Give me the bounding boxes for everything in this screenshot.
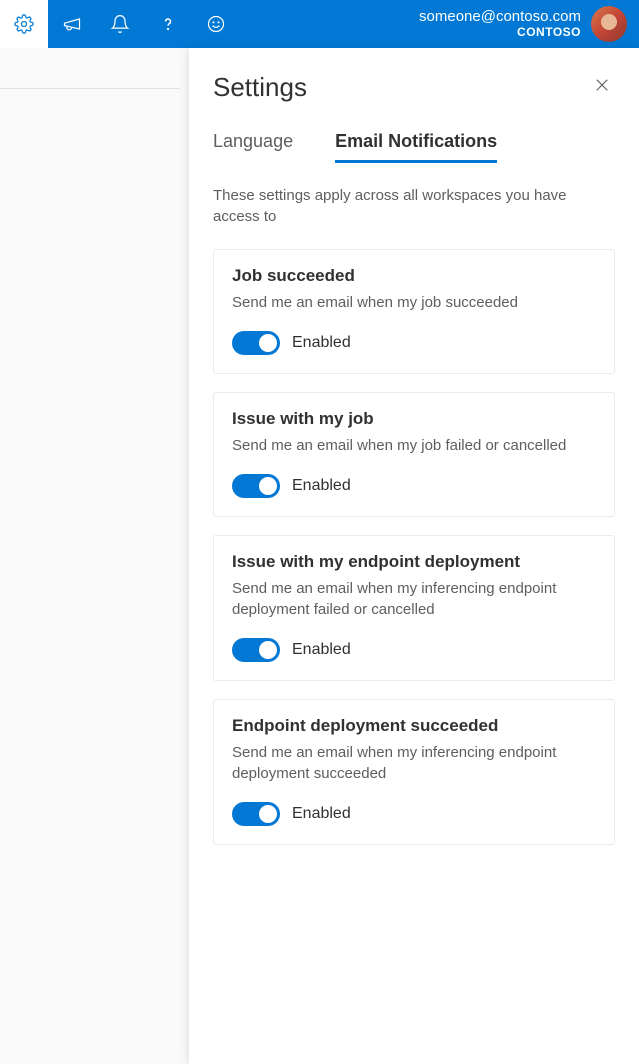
user-org: CONTOSO bbox=[419, 26, 581, 39]
card-title: Endpoint deployment succeeded bbox=[232, 716, 596, 736]
card-desc: Send me an email when my inferencing end… bbox=[232, 742, 596, 784]
topbar-right: someone@contoso.com CONTOSO bbox=[419, 6, 639, 42]
topbar-left bbox=[0, 0, 240, 48]
feedback-button[interactable] bbox=[48, 0, 96, 48]
help-button[interactable] bbox=[144, 0, 192, 48]
question-icon bbox=[158, 14, 178, 34]
toggle-knob bbox=[259, 641, 277, 659]
settings-panel: Settings Language Email Notifications Th… bbox=[189, 48, 639, 1064]
toggle-row: Enabled bbox=[232, 474, 596, 498]
toggle-endpoint-succeeded[interactable] bbox=[232, 802, 280, 826]
card-desc: Send me an email when my job failed or c… bbox=[232, 435, 596, 456]
avatar[interactable] bbox=[591, 6, 627, 42]
card-desc: Send me an email when my job succeeded bbox=[232, 292, 596, 313]
tab-email-notifications[interactable]: Email Notifications bbox=[335, 131, 497, 163]
user-email: someone@contoso.com bbox=[419, 9, 581, 26]
toggle-row: Enabled bbox=[232, 331, 596, 355]
card-job-issue: Issue with my job Send me an email when … bbox=[213, 392, 615, 517]
toggle-job-succeeded[interactable] bbox=[232, 331, 280, 355]
page-divider bbox=[0, 88, 180, 89]
card-desc: Send me an email when my inferencing end… bbox=[232, 578, 596, 620]
toggle-label: Enabled bbox=[292, 805, 351, 823]
toggle-row: Enabled bbox=[232, 638, 596, 662]
emoji-button[interactable] bbox=[192, 0, 240, 48]
tab-language[interactable]: Language bbox=[213, 131, 293, 163]
topbar: someone@contoso.com CONTOSO bbox=[0, 0, 639, 48]
panel-header: Settings bbox=[213, 72, 615, 103]
toggle-row: Enabled bbox=[232, 802, 596, 826]
megaphone-icon bbox=[62, 14, 82, 34]
user-block[interactable]: someone@contoso.com CONTOSO bbox=[419, 9, 581, 39]
toggle-label: Enabled bbox=[292, 641, 351, 659]
card-title: Issue with my job bbox=[232, 409, 596, 429]
tabs: Language Email Notifications bbox=[213, 131, 615, 163]
settings-gear-button[interactable] bbox=[0, 0, 48, 48]
bell-icon bbox=[110, 14, 130, 34]
toggle-endpoint-issue[interactable] bbox=[232, 638, 280, 662]
card-title: Issue with my endpoint deployment bbox=[232, 552, 596, 572]
close-button[interactable] bbox=[589, 72, 615, 103]
toggle-knob bbox=[259, 477, 277, 495]
toggle-knob bbox=[259, 334, 277, 352]
gear-icon bbox=[14, 14, 34, 34]
toggle-label: Enabled bbox=[292, 334, 351, 352]
toggle-job-issue[interactable] bbox=[232, 474, 280, 498]
page-title: Settings bbox=[213, 72, 307, 103]
toggle-knob bbox=[259, 805, 277, 823]
card-endpoint-succeeded: Endpoint deployment succeeded Send me an… bbox=[213, 699, 615, 845]
card-endpoint-issue: Issue with my endpoint deployment Send m… bbox=[213, 535, 615, 681]
card-job-succeeded: Job succeeded Send me an email when my j… bbox=[213, 249, 615, 374]
notifications-button[interactable] bbox=[96, 0, 144, 48]
smile-icon bbox=[206, 14, 226, 34]
toggle-label: Enabled bbox=[292, 477, 351, 495]
close-icon bbox=[593, 76, 611, 94]
card-title: Job succeeded bbox=[232, 266, 596, 286]
tab-description: These settings apply across all workspac… bbox=[213, 185, 615, 227]
